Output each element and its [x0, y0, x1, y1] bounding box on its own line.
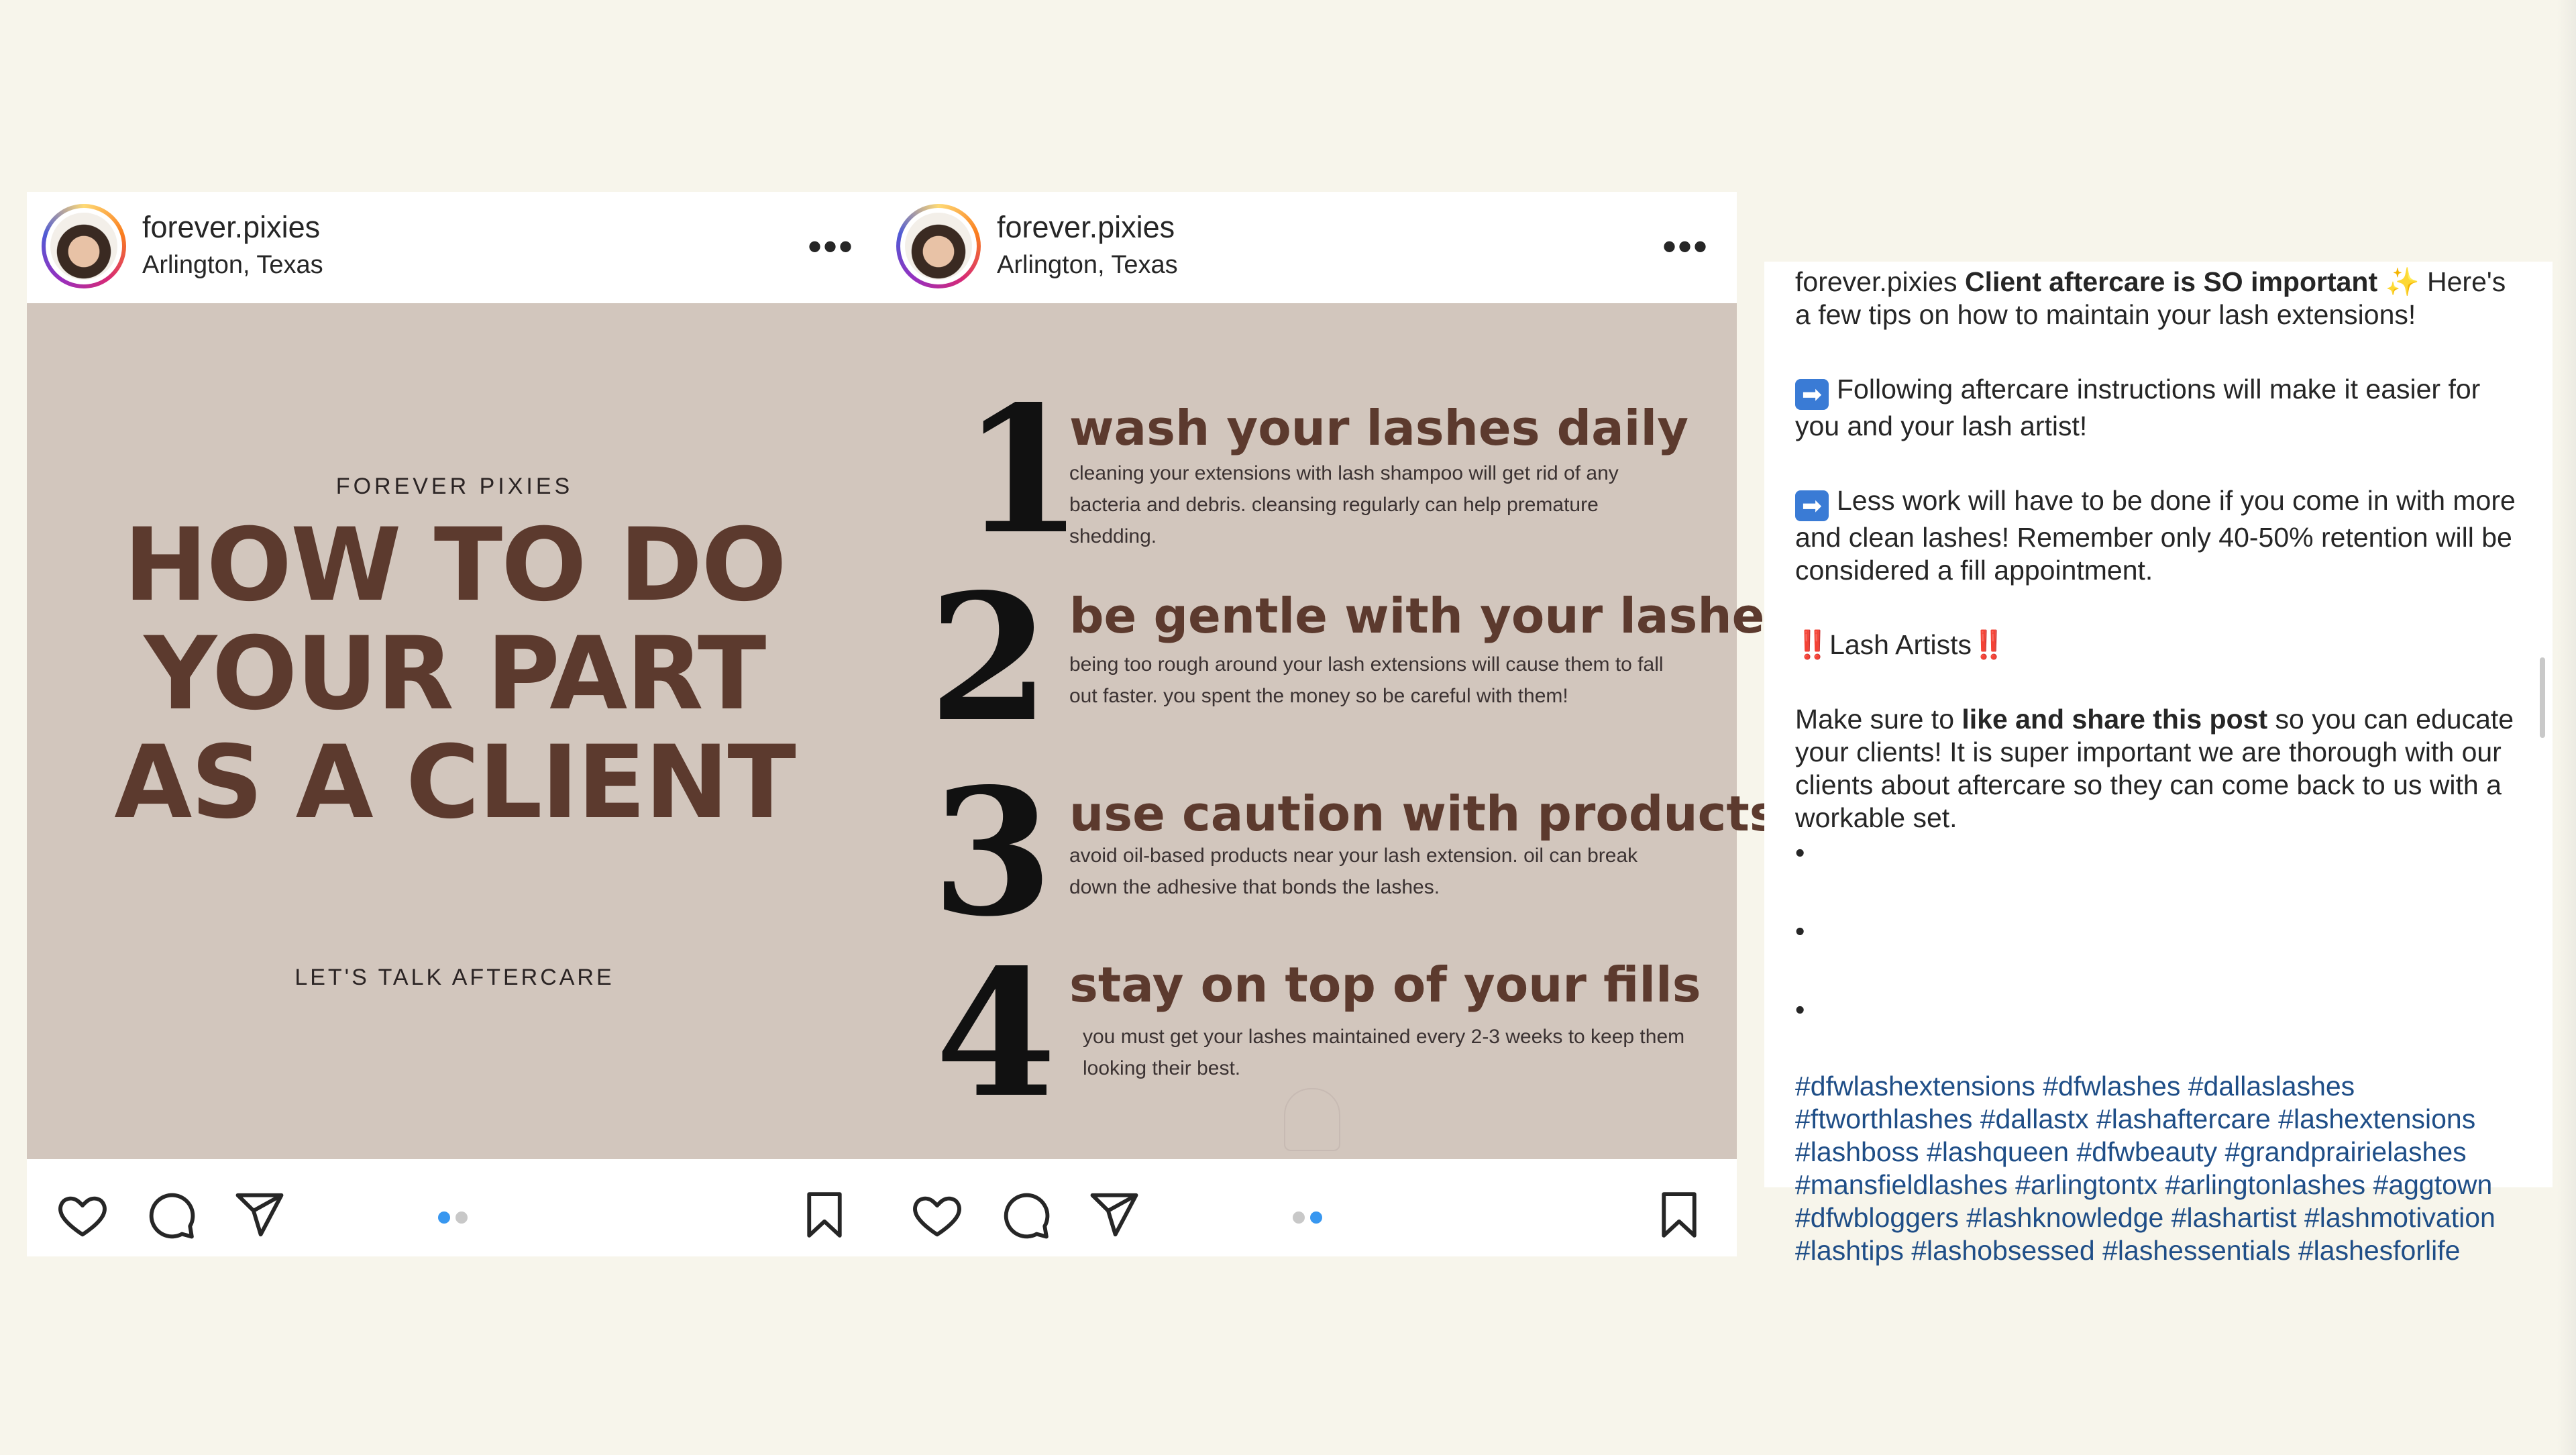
step-title: wash your lashes daily [1069, 400, 1689, 456]
step-number: 2 [928, 556, 1050, 761]
page-edge [2557, 0, 2576, 1455]
caption-bullet: • [1795, 916, 1805, 947]
more-options-icon[interactable]: ••• [1662, 227, 1709, 267]
caption-lead: Client aftercare is SO important [1964, 266, 2378, 297]
bookmark-icon[interactable] [1653, 1189, 1705, 1241]
caption-point-1: Following aftercare instructions will ma… [1795, 374, 2481, 441]
step-title: use caution with products [1069, 786, 1778, 842]
carousel-dot-2 [455, 1211, 468, 1224]
avatar[interactable] [42, 204, 126, 288]
carousel-dot-1 [438, 1211, 450, 1224]
avatar[interactable] [896, 204, 981, 288]
carousel-dot-1 [1293, 1211, 1305, 1224]
step-description: you must get your lashes maintained ever… [1083, 1026, 1685, 1079]
brand-label: FOREVER PIXIES [335, 474, 574, 499]
share-icon[interactable] [1088, 1189, 1140, 1241]
caption-make-sure: Make sure to [1795, 704, 1954, 735]
caption-bullet: • [1795, 837, 1805, 868]
post-image[interactable]: FOREVER PIXIES HOW TO DO YOUR PART AS A … [27, 303, 882, 1159]
carousel-indicator [438, 1211, 478, 1225]
double-exclamation-icon: ‼️ [1795, 629, 1830, 660]
caption-lash-artists: Lash Artists [1829, 629, 1972, 660]
caption-hashtags[interactable]: #dfwlashextensions #dfwlashes #dallaslas… [1795, 1070, 2522, 1267]
post-caption: forever.pixies Client aftercare is SO im… [1764, 262, 2553, 1266]
post-subheadline: LET'S TALK AFTERCARE [294, 965, 614, 990]
step-number: 1 [962, 368, 1083, 573]
post-headline: HOW TO DO YOUR PART AS A CLIENT [114, 507, 796, 841]
location-link[interactable]: Arlington, Texas [142, 252, 323, 278]
instagram-post-1: forever.pixies Arlington, Texas ••• FORE… [27, 192, 882, 1256]
comment-icon[interactable] [1000, 1189, 1052, 1241]
post-actions [27, 1159, 882, 1256]
heart-icon[interactable] [56, 1189, 109, 1241]
sparkle-icon: ✨ [2385, 266, 2420, 297]
step-title: be gentle with your lashes [1069, 588, 1794, 644]
step-number: 4 [935, 932, 1057, 1136]
caption-point-2: Less work will have to be done if you co… [1795, 485, 2516, 586]
caption-bullet: • [1795, 994, 1805, 1025]
share-icon[interactable] [233, 1189, 286, 1241]
step-number: 3 [932, 751, 1053, 955]
carousel-dot-2 [1310, 1211, 1322, 1224]
step-description: cleaning your extensions with lash shamp… [1069, 462, 1619, 547]
caption-username[interactable]: forever.pixies [1795, 266, 1957, 297]
comment-icon[interactable] [145, 1189, 197, 1241]
instagram-post-2: forever.pixies Arlington, Texas ••• 1 wa… [881, 192, 1793, 1256]
heart-icon[interactable] [911, 1189, 963, 1241]
right-arrow-icon: ➡ [1795, 379, 1829, 410]
username-link[interactable]: forever.pixies [997, 212, 1175, 242]
brand-watermark-logo [1284, 1088, 1340, 1151]
caption-like-share: like and share this post [1962, 704, 2268, 735]
step-description: being too rough around your lash extensi… [1069, 653, 1664, 707]
username-link[interactable]: forever.pixies [142, 212, 320, 242]
caption-scrollbar[interactable] [2540, 657, 2545, 738]
step-title: stay on top of your fills [1069, 957, 1701, 1013]
more-options-icon[interactable]: ••• [808, 227, 854, 267]
right-arrow-icon: ➡ [1795, 490, 1829, 521]
location-link[interactable]: Arlington, Texas [997, 252, 1178, 278]
double-exclamation-icon: ‼️ [1972, 629, 2006, 660]
post-header: forever.pixies Arlington, Texas ••• [881, 192, 1737, 303]
post-image[interactable]: 1 wash your lashes daily cleaning your e… [881, 303, 1793, 1159]
bookmark-icon[interactable] [798, 1189, 851, 1241]
carousel-indicator [1293, 1211, 1333, 1225]
step-description: avoid oil-based products near your lash … [1069, 845, 1638, 898]
post-header: forever.pixies Arlington, Texas ••• [27, 192, 882, 303]
post-actions [881, 1159, 1737, 1256]
